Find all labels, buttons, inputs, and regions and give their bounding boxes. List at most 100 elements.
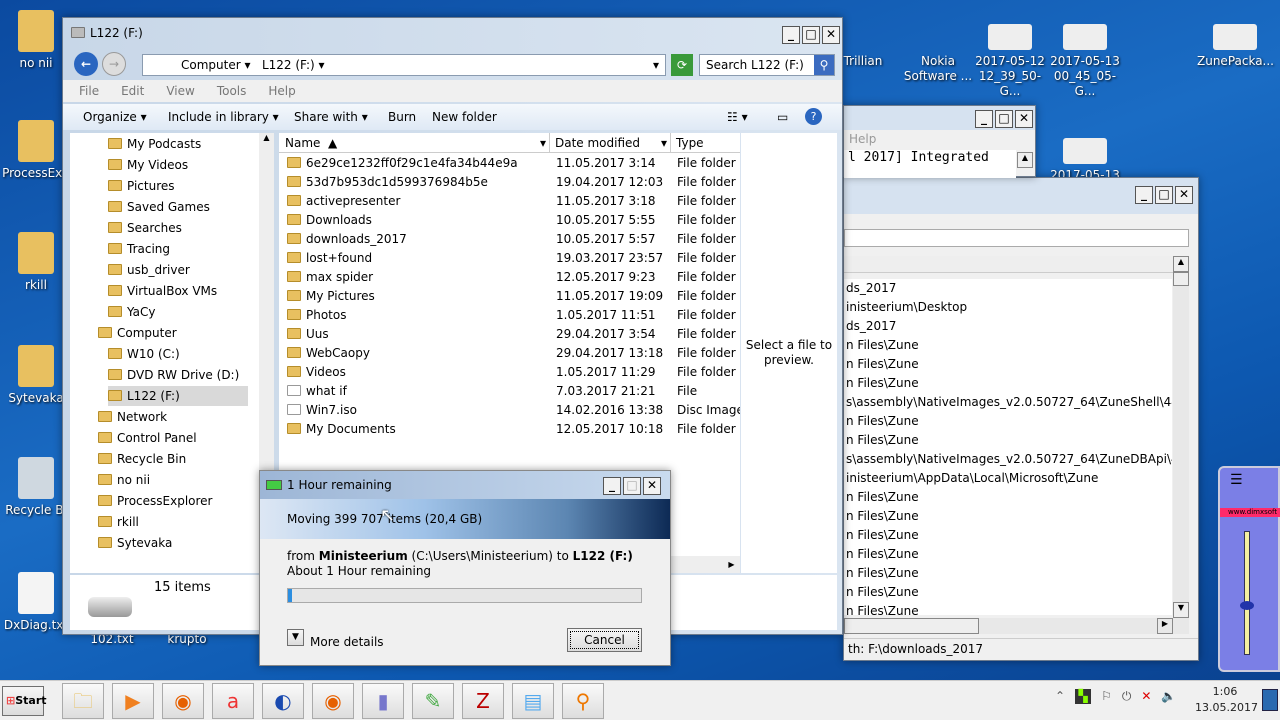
nav-item[interactable]: YaCy — [108, 302, 248, 322]
file-row[interactable]: lost+found 19.03.2017 23:57 File folder — [279, 249, 740, 268]
nav-item[interactable]: My Videos — [108, 155, 248, 175]
volume-thumb[interactable] — [1240, 601, 1254, 610]
file-row[interactable]: Downloads 10.05.2017 5:55 File folder — [279, 211, 740, 230]
help-icon[interactable]: ? — [805, 108, 822, 125]
refresh-button[interactable]: ⟳ — [671, 54, 693, 76]
search-input[interactable]: Search L122 (F:) ⚲ — [699, 54, 835, 76]
file-row[interactable]: Photos 1.05.2017 11:51 File folder — [279, 306, 740, 325]
taskbar-avast-icon[interactable]: a — [212, 683, 254, 719]
file-row[interactable]: My Documents 12.05.2017 10:18 File folder — [279, 420, 740, 439]
minimize-button[interactable]: _ — [782, 26, 800, 44]
nav-item[interactable]: VirtualBox VMs — [108, 281, 248, 301]
menu-icon[interactable]: ☰ — [1230, 473, 1252, 487]
log-list[interactable]: ds_2017 inisteerium\Desktop ds_2017 n Files… — [844, 279, 1172, 615]
taskbar-file-explorer-icon[interactable]: 🗀 — [62, 683, 104, 719]
more-details-label[interactable]: More details — [310, 635, 384, 649]
nav-item[interactable]: DVD RW Drive (D:) — [108, 365, 248, 385]
address-bar[interactable]: Computer ▾ L122 (F:) ▾ ▾ — [142, 54, 666, 76]
show-desktop-button[interactable] — [1262, 689, 1278, 711]
volume-icon[interactable]: 🔈 — [1161, 689, 1176, 704]
menu-help[interactable]: Help — [268, 80, 295, 102]
close-button[interactable]: ✕ — [643, 477, 661, 495]
desktop-icon[interactable]: Nokia Software ... — [900, 8, 976, 84]
share-with-button[interactable]: Share with ▾ — [294, 104, 368, 130]
taskbar-candle-app-icon[interactable]: ▮ — [362, 683, 404, 719]
taskbar-firefox-icon[interactable]: ◉ — [312, 683, 354, 719]
file-row[interactable]: My Pictures 11.05.2017 19:09 File folder — [279, 287, 740, 306]
nav-item[interactable]: W10 (C:) — [108, 344, 248, 364]
forward-button[interactable]: → — [102, 52, 126, 76]
menu-view[interactable]: View — [166, 80, 194, 102]
nav-item[interactable]: Network — [98, 407, 248, 427]
show-hidden-icons[interactable]: ⌃ — [1055, 689, 1065, 704]
taskbar-search-tool-icon[interactable]: ⚲ — [562, 683, 604, 719]
log-row[interactable]: n Files\Zune — [846, 412, 1172, 431]
taskbar-notepad-plus-plus-icon[interactable]: ✎ — [412, 683, 454, 719]
action-center-flag-icon[interactable]: ⚐ — [1101, 689, 1112, 704]
desktop-icon[interactable]: 2017-05-13 00_45_05-G... — [1047, 8, 1123, 99]
taskbar-seamonkey-icon[interactable]: ◐ — [262, 683, 304, 719]
file-row[interactable]: activepresenter 11.05.2017 3:18 File folde… — [279, 192, 740, 211]
taskbar-firefox-icon[interactable]: ◉ — [162, 683, 204, 719]
desktop-icon[interactable]: 2017-05-12 12_39_50-G... — [972, 8, 1048, 99]
file-row[interactable]: Uus 29.04.2017 3:54 File folder — [279, 325, 740, 344]
minimize-button[interactable]: _ — [975, 110, 993, 128]
column-name[interactable]: Name ▲ ▾ — [285, 133, 550, 153]
log-row[interactable]: ds_2017 — [846, 317, 1172, 336]
navigation-pane[interactable]: My Podcasts My Videos Pictures Saved Games S… — [70, 133, 274, 573]
close-button[interactable]: ✕ — [1015, 110, 1033, 128]
column-type[interactable]: Type — [676, 133, 704, 153]
file-row[interactable]: Win7.iso 14.02.2016 13:38 Disc Image File — [279, 401, 740, 420]
file-row[interactable]: downloads_2017 10.05.2017 5:57 File folder — [279, 230, 740, 249]
maximize-button[interactable]: □ — [995, 110, 1013, 128]
breadcrumb-computer[interactable]: Computer — [181, 58, 241, 72]
maximize-button[interactable]: □ — [802, 26, 820, 44]
burn-button[interactable]: Burn — [388, 104, 416, 130]
log-row[interactable]: n Files\Zune — [846, 545, 1172, 564]
log-row[interactable]: s\assembly\NativeImages_v2.0.50727_64\Zu… — [846, 393, 1172, 412]
search-icon[interactable]: ⚲ — [814, 55, 834, 75]
log-row[interactable]: n Files\Zune — [846, 431, 1172, 450]
log-row[interactable]: n Files\Zune — [846, 336, 1172, 355]
file-row[interactable]: Videos 1.05.2017 11:29 File folder — [279, 363, 740, 382]
include-in-library-button[interactable]: Include in library ▾ — [168, 104, 279, 130]
organize-button[interactable]: Organize ▾ — [83, 104, 147, 130]
network-meter-icon[interactable]: ▚ — [1075, 689, 1092, 704]
nav-item[interactable]: usb_driver — [108, 260, 248, 280]
log-row[interactable]: s\assembly\NativeImages_v2.0.50727_64\Zu… — [846, 450, 1172, 469]
nav-item[interactable]: Saved Games — [108, 197, 248, 217]
nav-item[interactable]: Tracing — [108, 239, 248, 259]
nav-item[interactable]: Computer — [98, 323, 248, 343]
file-row[interactable]: max spider 12.05.2017 9:23 File folder — [279, 268, 740, 287]
cancel-button[interactable]: Cancel — [567, 628, 642, 652]
start-button[interactable]: ⊞Start — [2, 686, 47, 716]
preview-pane-icon[interactable]: ▭ — [777, 104, 788, 130]
menu-edit[interactable]: Edit — [121, 80, 144, 102]
file-row[interactable]: 6e29ce1232ff0f29c1e4fa34b44e9a 11.05.2017… — [279, 154, 740, 173]
network-disconnected-icon[interactable]: ✕ — [1141, 689, 1151, 704]
log-row[interactable]: n Files\Zune — [846, 564, 1172, 583]
more-details-toggle[interactable]: ▼ — [287, 629, 304, 646]
text-input[interactable] — [844, 229, 1189, 247]
log-row[interactable]: n Files\Zune — [846, 355, 1172, 374]
menu-help[interactable]: Help — [849, 132, 876, 146]
clock[interactable]: 1:06 13.05.2017 — [1195, 684, 1258, 716]
log-row[interactable]: ds_2017 — [846, 279, 1172, 298]
horizontal-scrollbar[interactable]: ▶ — [844, 618, 1189, 634]
view-options-icon[interactable]: ☷ ▾ — [727, 104, 748, 130]
column-date[interactable]: Date modified ▾ — [555, 133, 671, 153]
close-button[interactable]: ✕ — [1175, 186, 1193, 204]
minimize-button[interactable]: _ — [1135, 186, 1153, 204]
nav-item[interactable]: L122 (F:) — [108, 386, 248, 406]
nav-item[interactable]: no nii — [98, 470, 248, 490]
log-row[interactable]: n Files\Zune — [846, 488, 1172, 507]
menu-tools[interactable]: Tools — [217, 80, 247, 102]
scroll-up-button[interactable]: ▲ — [1017, 152, 1033, 168]
volume-slider[interactable] — [1240, 531, 1254, 655]
close-button[interactable]: ✕ — [822, 26, 840, 44]
power-icon[interactable]: ⏻ — [1122, 689, 1132, 704]
taskbar-notepad-icon[interactable]: ▤ — [512, 683, 554, 719]
widget-url[interactable]: www.dimxsoft — [1220, 508, 1280, 517]
log-row[interactable]: inisteerium\Desktop — [846, 298, 1172, 317]
back-button[interactable]: ← — [74, 52, 98, 76]
